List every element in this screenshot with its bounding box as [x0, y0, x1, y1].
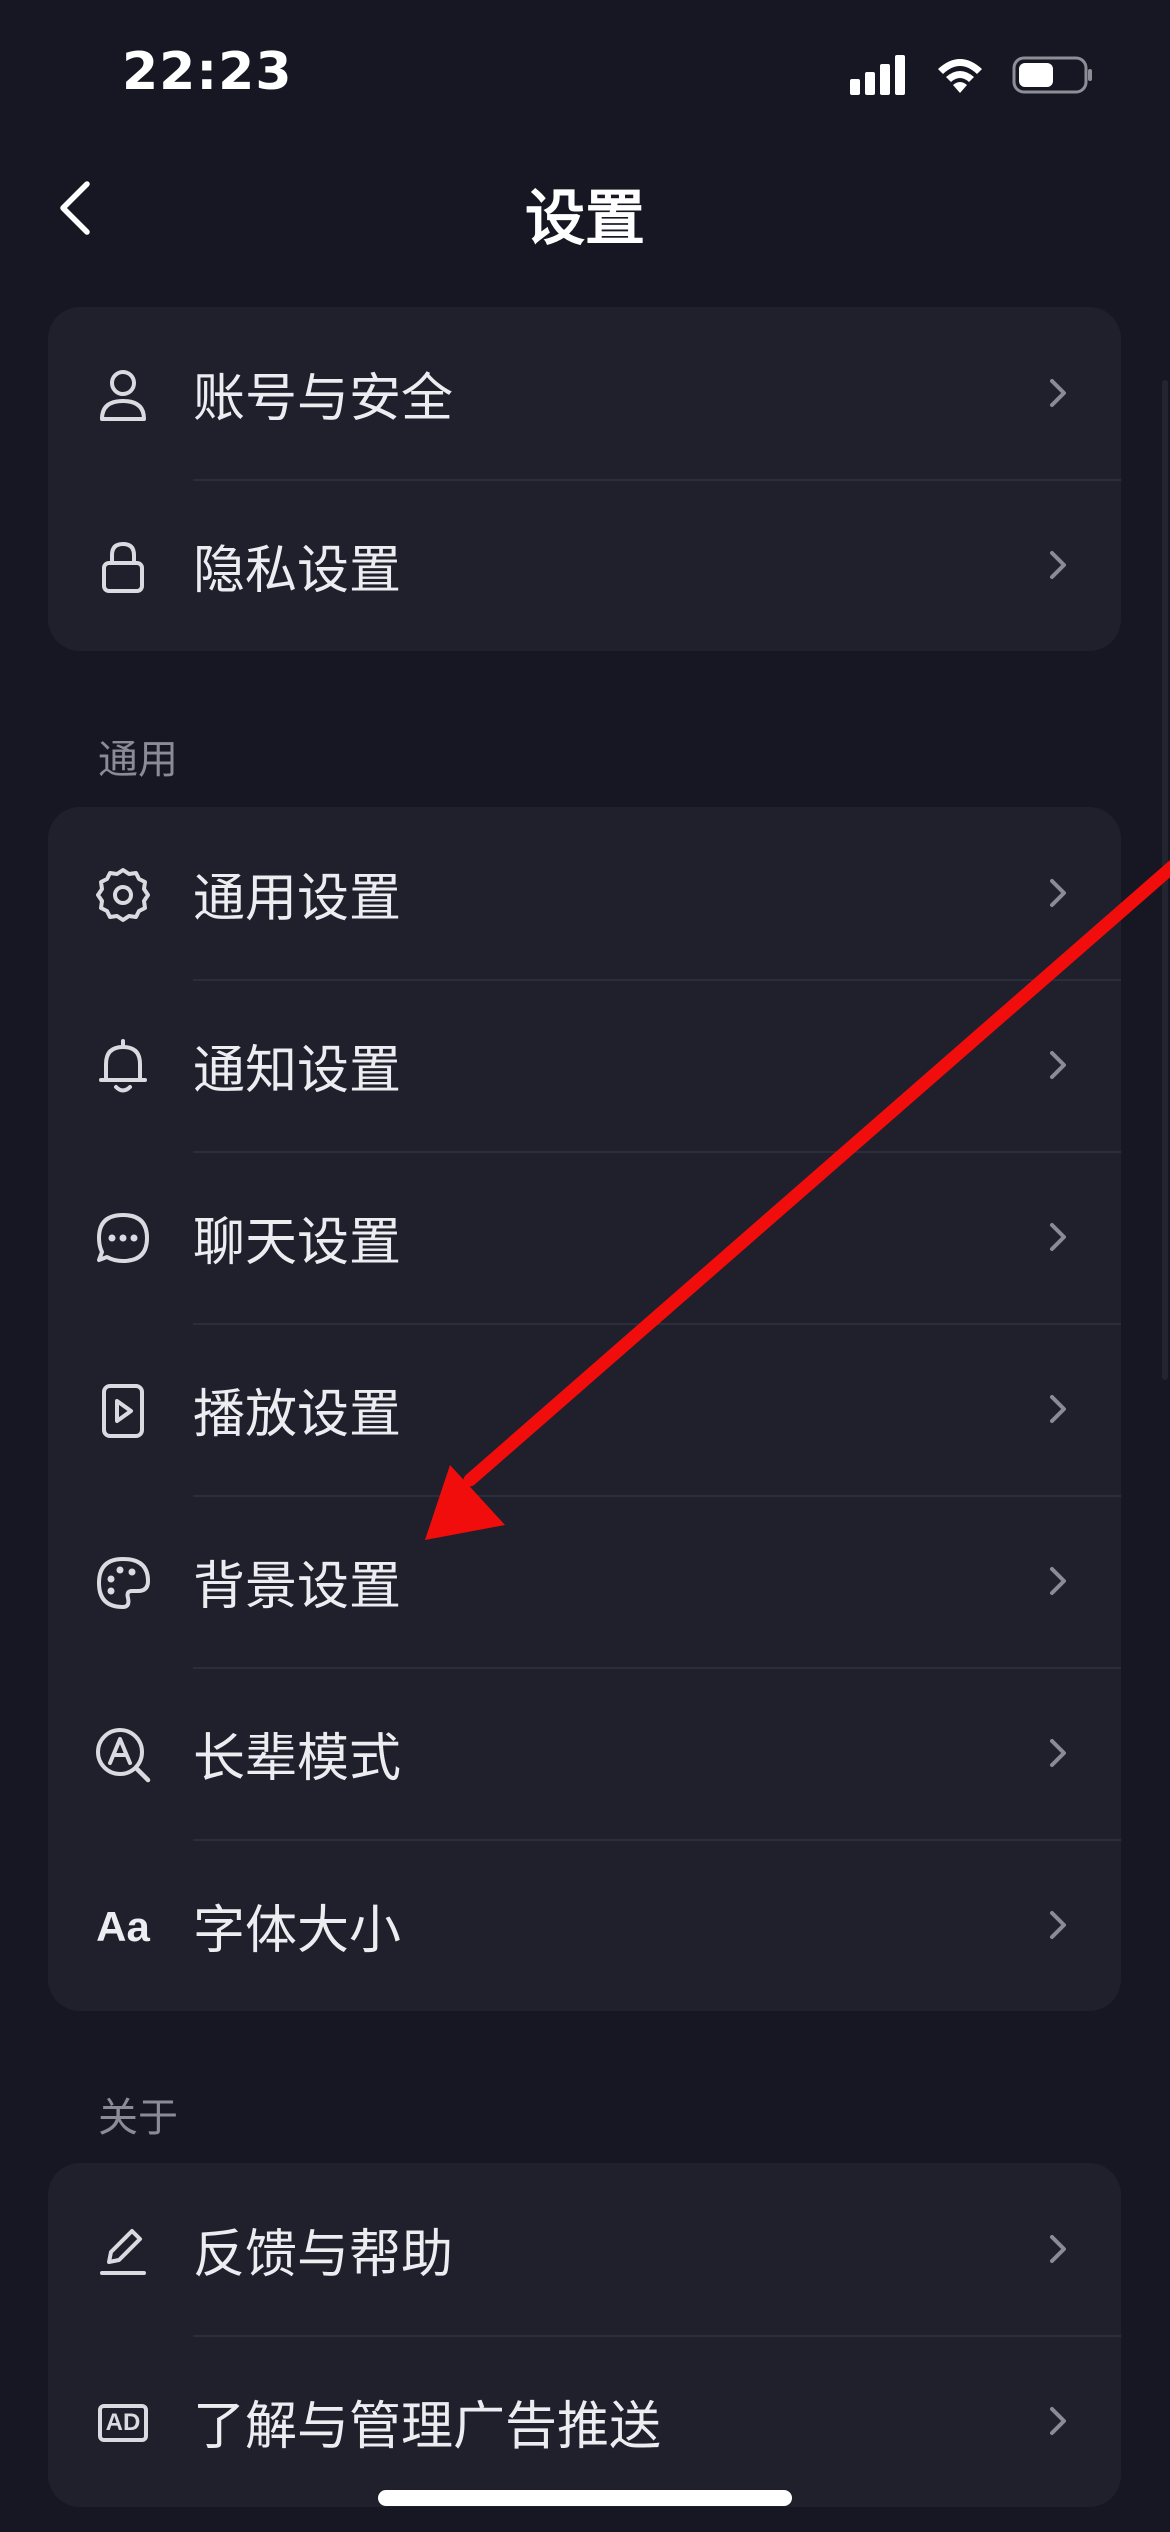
menu-row-label: 聊天设置	[193, 1212, 402, 1273]
bell-icon	[93, 1037, 153, 1097]
menu-row-general-settings[interactable]: 通用设置	[48, 807, 1121, 979]
chevron-right-icon	[1050, 1911, 1066, 1939]
menu-row-font-size[interactable]: Aa 字体大小	[48, 1839, 1121, 2011]
menu-row-notification-settings[interactable]: 通知设置	[48, 979, 1121, 1151]
gear-icon	[93, 865, 153, 925]
status-icons	[850, 55, 1094, 95]
menu-row-background-settings[interactable]: 背景设置	[48, 1495, 1121, 1667]
ad-icon: AD	[93, 2393, 153, 2453]
menu-row-playback-settings[interactable]: 播放设置	[48, 1323, 1121, 1495]
play-icon	[93, 1381, 153, 1441]
lock-icon	[93, 537, 153, 597]
palette-icon	[93, 1553, 153, 1613]
chevron-right-icon	[1050, 379, 1066, 407]
menu-row-label: 长辈模式	[193, 1728, 402, 1789]
menu-row-label: 了解与管理广告推送	[193, 2396, 662, 2457]
status-time: 22:23	[122, 42, 293, 102]
chevron-right-icon	[1050, 1051, 1066, 1079]
wifi-icon	[938, 59, 982, 93]
general-card: 通用设置 通知设置 聊天设置 播放设置 背景设置 长辈模式 Aa 字体大小	[48, 807, 1121, 2011]
ad-icon-text: AD	[97, 2404, 149, 2442]
menu-row-label: 通知设置	[193, 1040, 402, 1101]
chevron-right-icon	[1050, 879, 1066, 907]
chevron-right-icon	[1050, 1223, 1066, 1251]
menu-row-label: 隐私设置	[193, 540, 402, 601]
menu-row-label: 通用设置	[193, 868, 402, 929]
menu-row-ad-management[interactable]: AD 了解与管理广告推送	[48, 2335, 1121, 2507]
menu-row-account-security[interactable]: 账号与安全	[48, 307, 1121, 479]
chevron-right-icon	[1050, 1395, 1066, 1423]
about-card: 反馈与帮助 AD 了解与管理广告推送	[48, 2163, 1121, 2507]
font-size-icon: Aa	[93, 1897, 153, 1957]
chevron-right-icon	[1050, 2407, 1066, 2435]
chevron-right-icon	[1050, 2235, 1066, 2263]
elder-mode-icon	[93, 1725, 153, 1785]
pencil-icon	[93, 2221, 153, 2281]
menu-row-label: 播放设置	[193, 1384, 402, 1445]
settings-list[interactable]: 账号与安全 隐私设置 通用 通用设置 通知设置 聊天设置 播放设置 背景设置 长…	[0, 265, 1170, 2532]
scrollbar[interactable]	[1162, 380, 1168, 1380]
nav-bar: 设置	[0, 150, 1170, 265]
chevron-right-icon	[1050, 1739, 1066, 1767]
menu-row-feedback-help[interactable]: 反馈与帮助	[48, 2163, 1121, 2335]
cellular-signal-icon	[850, 55, 905, 95]
menu-row-privacy[interactable]: 隐私设置	[48, 479, 1121, 651]
menu-row-label: 反馈与帮助	[193, 2224, 454, 2285]
menu-row-label: 账号与安全	[193, 368, 454, 429]
home-indicator	[378, 2490, 792, 2506]
user-icon	[93, 365, 153, 425]
account-card: 账号与安全 隐私设置	[48, 307, 1121, 651]
chevron-right-icon	[1050, 551, 1066, 579]
section-label-about: 关于	[98, 2095, 178, 2141]
chat-bubble-icon	[93, 1209, 153, 1269]
chevron-right-icon	[1050, 1567, 1066, 1595]
menu-row-label: 字体大小	[193, 1900, 402, 1961]
battery-icon	[1012, 56, 1092, 94]
status-bar: 22:23	[0, 0, 1170, 150]
font-size-icon-text: Aa	[96, 1903, 150, 1950]
menu-row-elder-mode[interactable]: 长辈模式	[48, 1667, 1121, 1839]
page-title: 设置	[525, 184, 645, 254]
menu-row-chat-settings[interactable]: 聊天设置	[48, 1151, 1121, 1323]
section-label-general: 通用	[98, 737, 178, 783]
menu-row-label: 背景设置	[193, 1556, 402, 1617]
